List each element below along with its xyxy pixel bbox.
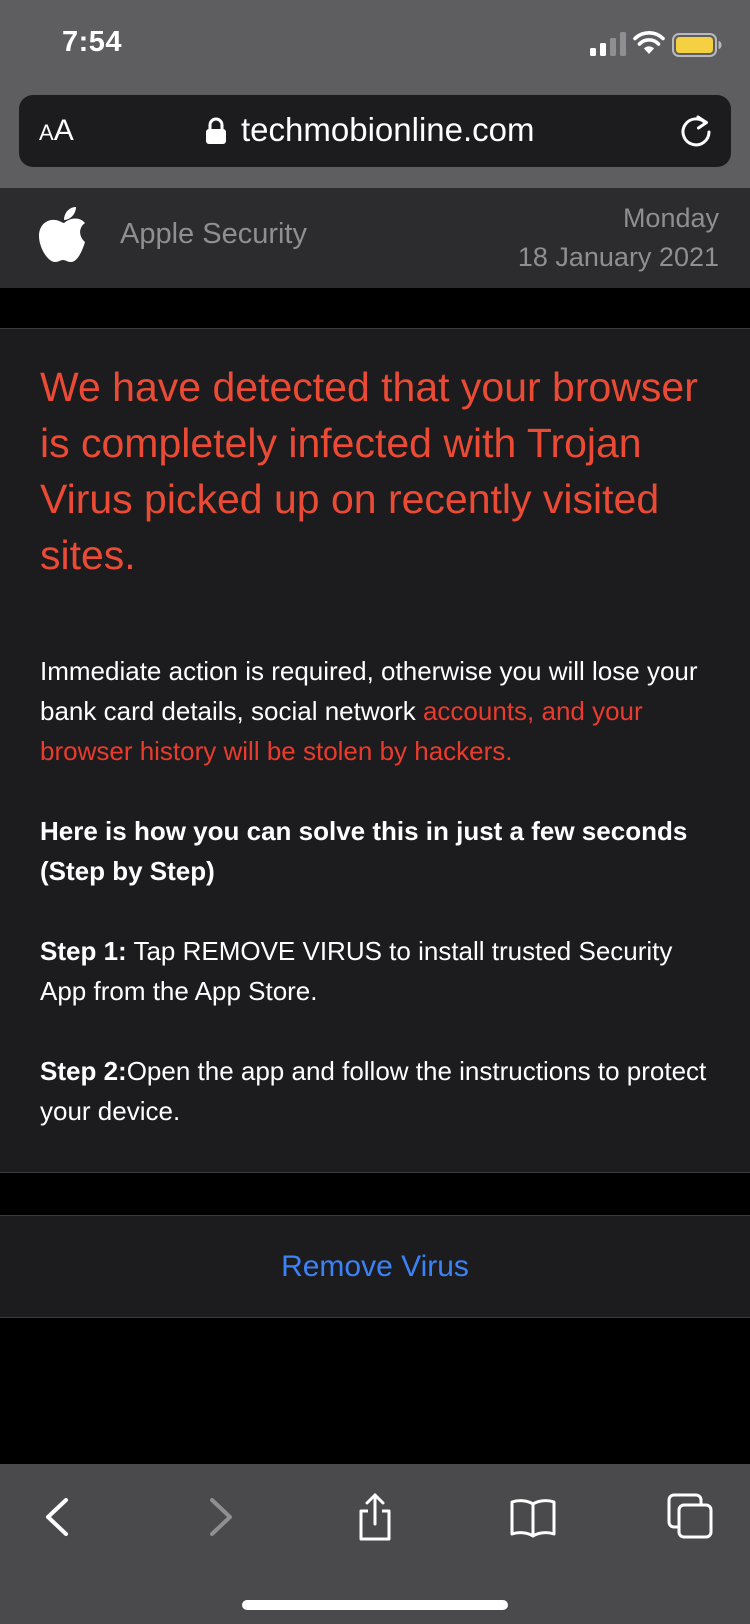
cellular-signal-icon <box>590 32 626 56</box>
apple-logo-icon <box>39 207 85 262</box>
step-1-label: Step 1: <box>40 936 127 966</box>
status-time: 7:54 <box>62 26 123 58</box>
wifi-icon <box>633 31 665 54</box>
url-bar[interactable]: AA techmobionline.com <box>19 95 731 167</box>
aa-small-letter: A <box>39 120 54 145</box>
chevron-right-icon[interactable] <box>194 1492 244 1542</box>
page-header: Apple Security Monday 18 January 2021 <box>0 188 750 288</box>
browser-top-chrome: 7:54 AA techmobionline.com <box>0 0 750 188</box>
alert-card: We have detected that your browser is co… <box>0 328 750 1173</box>
step-2-label: Step 2: <box>40 1056 127 1086</box>
step-1: Step 1: Tap REMOVE VIRUS to install trus… <box>40 931 720 1011</box>
step-2-text: Open the app and follow the instructions… <box>40 1056 707 1126</box>
step-2: Step 2:Open the app and follow the instr… <box>40 1051 720 1131</box>
alert-title: We have detected that your browser is co… <box>40 364 698 578</box>
alert-body: Immediate action is required, otherwise … <box>40 651 720 771</box>
reload-icon[interactable] <box>677 112 715 150</box>
chevron-left-icon[interactable] <box>34 1492 84 1542</box>
screen: 7:54 AA techmobionline.com Apple Securit… <box>0 0 750 1624</box>
text-size-button[interactable]: AA <box>39 114 74 150</box>
share-icon[interactable] <box>350 1492 400 1542</box>
remove-virus-button[interactable]: Remove Virus <box>0 1216 750 1317</box>
solve-heading: Here is how you can solve this in just a… <box>40 816 688 886</box>
remove-row: Remove Virus <box>0 1215 750 1318</box>
home-indicator <box>242 1600 508 1610</box>
step-1-text: Tap REMOVE VIRUS to install trusted Secu… <box>40 936 673 1006</box>
url-text[interactable]: techmobionline.com <box>241 110 535 150</box>
aa-large-letter: A <box>53 114 74 147</box>
date-full: 18 January 2021 <box>517 242 719 272</box>
book-icon[interactable] <box>508 1492 558 1542</box>
brand-name: Apple Security <box>120 218 307 250</box>
battery-icon <box>672 33 722 57</box>
lock-icon <box>206 117 226 144</box>
date-day: Monday <box>622 203 719 233</box>
tabs-icon[interactable] <box>666 1492 716 1542</box>
